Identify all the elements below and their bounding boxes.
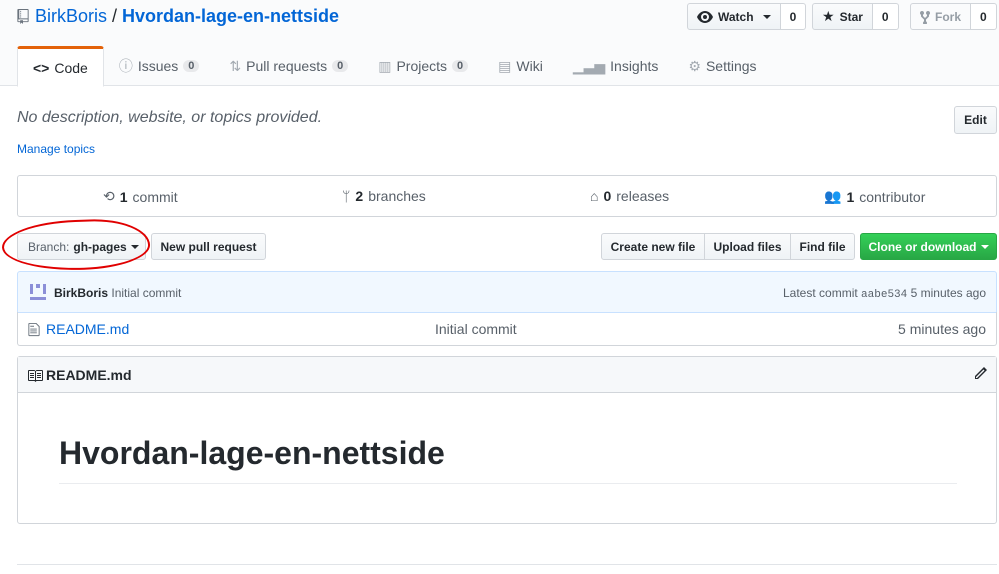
book-icon: ▤	[498, 57, 512, 74]
commit-author-line: BirkBoris Initial commit	[54, 286, 181, 300]
commit-tease: BirkBoris Initial commit Latest commit a…	[17, 271, 997, 313]
star-count[interactable]: 0	[872, 3, 899, 30]
fork-icon	[920, 10, 930, 24]
tab-label: Settings	[705, 58, 757, 74]
commits-count: 1	[119, 188, 128, 205]
branches-count: 2	[355, 188, 364, 204]
book-icon	[28, 370, 43, 382]
releases-count: 0	[603, 188, 612, 204]
project-icon: ▥	[378, 57, 392, 74]
tab-label: Code	[54, 59, 88, 76]
branches-summary[interactable]: ᛘ 2 branches	[342, 188, 426, 204]
fork-group: Fork 0	[910, 3, 997, 30]
latest-commit-label: Latest commit	[783, 286, 858, 300]
commit-author[interactable]: BirkBoris	[54, 286, 108, 300]
watch-button[interactable]: Watch	[687, 3, 781, 30]
contributors-summary[interactable]: 👥 1 contributor	[824, 188, 925, 205]
tab-code[interactable]: <> Code	[17, 46, 104, 87]
repo-name-link[interactable]: Hvordan-lage-en-nettside	[122, 6, 339, 27]
commit-message[interactable]: Initial commit	[111, 286, 181, 300]
tab-issues[interactable]: ⓘ Issues 0	[104, 46, 215, 86]
branches-label: branches	[368, 188, 426, 204]
fork-count[interactable]: 0	[971, 3, 997, 30]
releases-summary[interactable]: ⌂ 0 releases	[590, 188, 669, 204]
commit-age: 5 minutes ago	[910, 286, 986, 300]
chevron-down-icon	[980, 244, 989, 249]
fork-button[interactable]: Fork	[910, 3, 972, 30]
branch-icon: ᛘ	[342, 188, 351, 204]
tab-counter: 0	[332, 60, 349, 72]
numbers-summary: ⟲ 1 commit ᛘ 2 branches ⌂ 0 releases 👥 1…	[17, 175, 997, 217]
divider	[17, 564, 997, 565]
file-commit-message[interactable]: Initial commit	[435, 321, 517, 337]
file-age: 5 minutes ago	[898, 321, 986, 337]
divider	[59, 483, 957, 484]
file-link[interactable]: README.md	[46, 321, 129, 337]
latest-commit: Latest commit aabe534 5 minutes ago	[783, 286, 986, 301]
table-row: README.md Initial commit 5 minutes ago	[17, 312, 997, 346]
eye-icon	[697, 10, 713, 23]
tab-label: Insights	[610, 58, 659, 74]
contributors-label: contributor	[859, 188, 926, 205]
avatar[interactable]	[29, 283, 47, 301]
clone-label: Clone or download	[868, 239, 977, 254]
file-navigation-buttons: Create new file Upload files Find file	[601, 233, 855, 260]
red-circle-annotation	[1, 217, 151, 273]
readme-box: README.md Hvordan-lage-en-nettside	[17, 356, 997, 524]
tab-label: Pull requests	[246, 58, 328, 74]
tab-wiki[interactable]: ▤ Wiki	[483, 46, 558, 86]
repo-separator: /	[112, 6, 118, 26]
commits-label: commit	[132, 188, 178, 205]
file-icon	[28, 322, 40, 337]
manage-topics-link[interactable]: Manage topics	[17, 142, 95, 156]
watch-group: Watch 0	[687, 3, 807, 30]
issue-icon: ⓘ	[118, 58, 133, 74]
repo-description: No description, website, or topics provi…	[17, 109, 323, 126]
tab-label: Wiki	[516, 58, 543, 74]
pull-request-icon: ⇅	[229, 57, 242, 74]
code-icon: <>	[33, 59, 50, 76]
tab-counter: 0	[452, 60, 469, 72]
edit-description-button[interactable]: Edit	[954, 106, 997, 134]
tag-icon: ⌂	[590, 188, 599, 204]
find-file-button[interactable]: Find file	[790, 233, 855, 260]
fork-label: Fork	[935, 9, 962, 24]
tab-settings[interactable]: ⚙ Settings	[673, 46, 771, 86]
repo-icon	[17, 9, 29, 24]
repo-nav-tabs: <> Code ⓘ Issues 0 ⇅ Pull requests 0 ▥ P…	[17, 46, 772, 87]
repo-owner-link[interactable]: BirkBoris	[35, 6, 107, 27]
tab-pull-requests[interactable]: ⇅ Pull requests 0	[214, 46, 363, 86]
tab-insights[interactable]: ▁▃▅ Insights	[558, 46, 674, 86]
tab-label: Issues	[137, 58, 179, 74]
pencil-icon[interactable]	[972, 366, 988, 382]
contributors-count: 1	[846, 188, 855, 205]
people-icon: 👥	[824, 188, 842, 204]
star-button[interactable]: ★ Star	[812, 3, 873, 30]
repo-title: BirkBoris / Hvordan-lage-en-nettside	[17, 6, 339, 27]
readme-heading: Hvordan-lage-en-nettside	[59, 435, 445, 471]
star-icon: ★	[822, 8, 835, 24]
tab-counter: 0	[183, 60, 200, 72]
tab-projects[interactable]: ▥ Projects 0	[363, 46, 483, 86]
create-new-file-button[interactable]: Create new file	[601, 233, 705, 260]
watch-count[interactable]: 0	[780, 3, 807, 30]
readme-header: README.md	[18, 357, 996, 393]
star-label: Star	[839, 9, 863, 24]
chevron-down-icon	[762, 14, 771, 19]
new-pull-request-button[interactable]: New pull request	[151, 233, 266, 260]
tab-label: Projects	[396, 58, 448, 74]
commits-summary[interactable]: ⟲ 1 commit	[103, 188, 178, 205]
history-icon: ⟲	[103, 188, 115, 204]
readme-filename: README.md	[46, 367, 132, 383]
star-group: ★ Star 0	[812, 3, 899, 30]
watch-label: Watch	[718, 9, 754, 24]
gear-icon: ⚙	[688, 57, 701, 74]
releases-label: releases	[616, 188, 670, 204]
upload-files-button[interactable]: Upload files	[704, 233, 791, 260]
clone-or-download-button[interactable]: Clone or download	[860, 233, 997, 260]
graph-icon: ▁▃▅	[572, 57, 606, 74]
commit-sha[interactable]: aabe534	[861, 289, 907, 301]
